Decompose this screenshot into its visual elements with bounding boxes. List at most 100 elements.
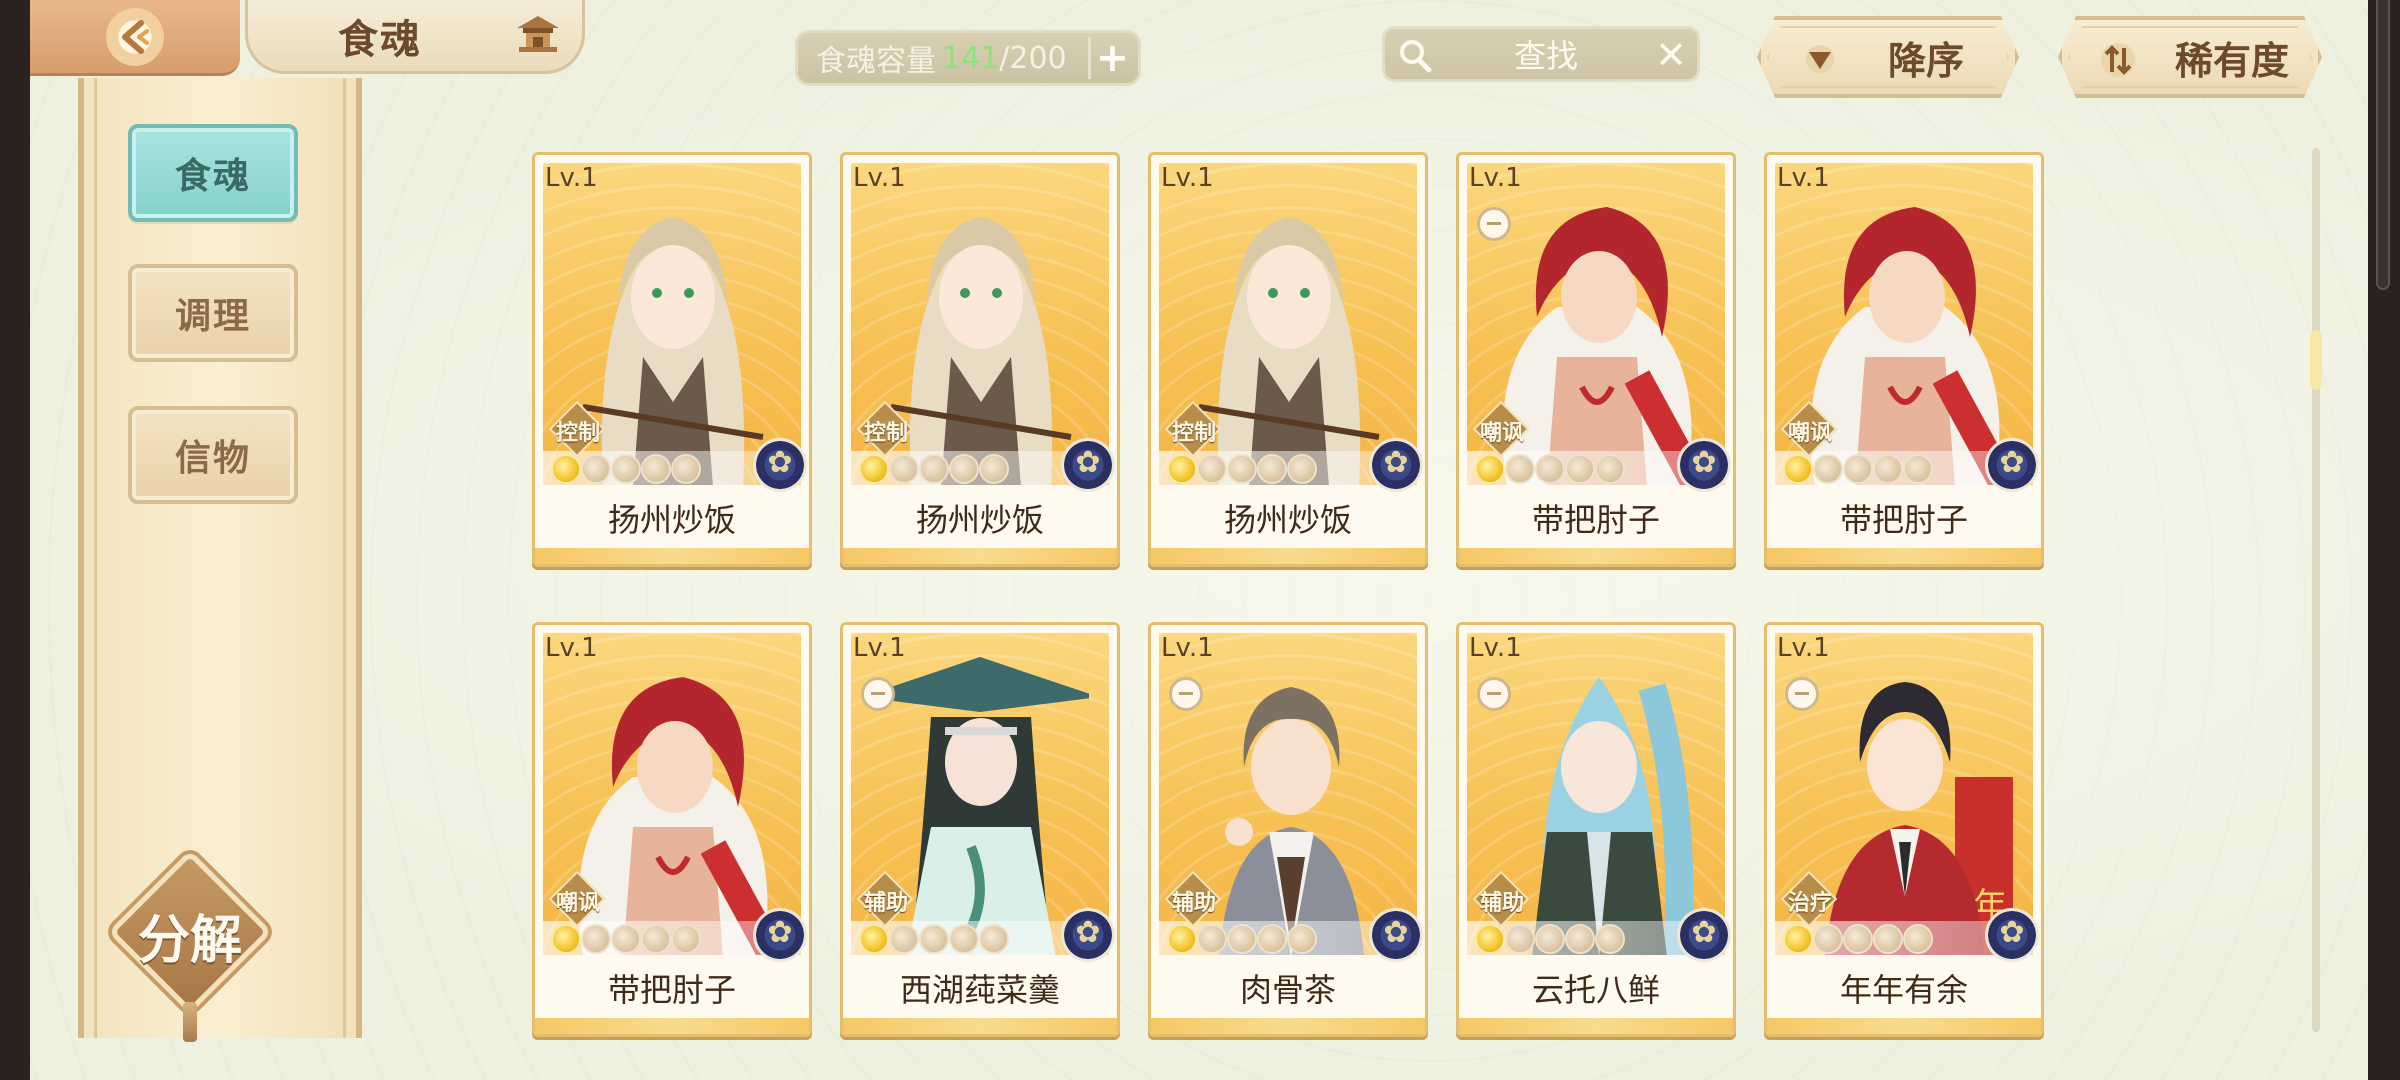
role-label: 控制 (863, 421, 908, 446)
sidebar-item-conditioning[interactable]: 调理 (128, 264, 298, 362)
food-soul-card[interactable]: 控制 Lv.1 扬州炒饭 (532, 152, 812, 567)
scrollbar-thumb[interactable] (2310, 330, 2322, 390)
card-name: 带把肘子 (607, 971, 736, 1009)
food-soul-card[interactable]: 辅助 Lv.1 西湖莼菜羹 (840, 622, 1120, 1037)
sort-rarity-label: 稀有度 (2174, 37, 2289, 83)
character-portrait: 控制 (1159, 163, 1417, 485)
character-portrait: 控制 (851, 163, 1109, 485)
character-portrait: 辅助 (1467, 633, 1725, 955)
star-icon (919, 454, 949, 484)
card-name: 年年有余 (1839, 971, 1968, 1009)
food-soul-card[interactable]: 嘲讽 Lv.1 带把肘子 (532, 622, 812, 1037)
back-button[interactable] (30, 0, 240, 76)
sort-order-label: 降序 (1887, 37, 1964, 83)
star-icon (1287, 924, 1317, 954)
food-soul-card[interactable]: 辅助 Lv.1 云托八鲜 (1456, 622, 1736, 1037)
star-icon (949, 454, 979, 484)
sort-arrows-icon (2098, 42, 2138, 78)
back-arrow-icon (106, 7, 164, 66)
character-portrait: 嘲讽 (543, 633, 801, 955)
star-icon (1843, 924, 1873, 954)
card-level: Lv.1 (545, 633, 598, 663)
star-icon (919, 924, 949, 954)
star-icon (611, 454, 641, 484)
decompose-button[interactable]: 分解 (107, 849, 273, 1042)
star-icon (641, 924, 671, 954)
card-name: 带把肘子 (1531, 501, 1660, 539)
star-icon (1227, 924, 1257, 954)
game-view: 食魂 食魂 调理 信物 分解 食魂容量 141 /200 + 查找 ✕ 降序 稀… (30, 0, 2368, 1080)
star-icon (1873, 454, 1903, 484)
sort-order-button[interactable]: 降序 (1757, 16, 2019, 98)
card-level: Lv.1 (1777, 163, 1830, 193)
role-badge: 嘲讽 (1775, 400, 1838, 461)
capacity-current: 141 (942, 40, 1000, 76)
capacity-total: /200 (999, 40, 1067, 76)
role-badge: 辅助 (1467, 870, 1530, 931)
role-badge: 辅助 (1159, 870, 1222, 931)
scrollbar-track[interactable] (2312, 148, 2320, 1032)
capacity-display: 食魂容量 141 /200 + (795, 30, 1141, 86)
role-label: 嘲讽 (1787, 421, 1832, 446)
character-portrait: 嘲讽 (1775, 163, 2033, 485)
star-icon (1535, 924, 1565, 954)
character-portrait: 辅助 (1159, 633, 1417, 955)
card-name: 带把肘子 (1839, 501, 1968, 539)
tassel-icon (183, 1002, 197, 1042)
role-label: 控制 (1171, 421, 1216, 446)
role-label: 治疗 (1787, 891, 1832, 916)
search-input[interactable]: 查找 ✕ (1382, 26, 1700, 82)
role-badge: 辅助 (851, 870, 914, 931)
title-tab: 食魂 (245, 0, 585, 74)
card-level: Lv.1 (1469, 163, 1522, 193)
role-badge: 嘲讽 (543, 870, 606, 931)
sidebar-item-label: 食魂 (174, 155, 251, 197)
role-label: 嘲讽 (1479, 421, 1524, 446)
rank-emblem-icon (1369, 908, 1423, 962)
card-name: 扬州炒饭 (1223, 501, 1352, 539)
food-soul-card[interactable]: 嘲讽 Lv.1 带把肘子 (1456, 152, 1736, 567)
card-level: Lv.1 (545, 163, 598, 193)
role-badge: 治疗 (1775, 870, 1838, 931)
star-icon (1903, 454, 1933, 484)
card-level: Lv.1 (853, 633, 906, 663)
role-badge: 控制 (1159, 400, 1222, 461)
sidebar-item-label: 信物 (174, 437, 251, 479)
star-icon (1843, 454, 1873, 484)
card-name: 扬州炒饭 (607, 501, 736, 539)
sort-rarity-button[interactable]: 稀有度 (2058, 16, 2322, 98)
food-soul-card[interactable]: 辅助 Lv.1 肉骨茶 (1148, 622, 1428, 1037)
sidebar-item-tokens[interactable]: 信物 (128, 406, 298, 504)
food-soul-card[interactable]: 嘲讽 Lv.1 带把肘子 (1764, 152, 2044, 567)
close-icon[interactable]: ✕ (1655, 33, 1687, 77)
rank-emblem-icon (1985, 438, 2039, 492)
star-icon (1873, 924, 1903, 954)
card-name: 扬州炒饭 (915, 501, 1044, 539)
pavilion-icon[interactable] (513, 12, 563, 56)
lock-badge-icon (1785, 677, 1819, 711)
rank-emblem-icon (1677, 908, 1731, 962)
character-portrait: 嘲讽 (1467, 163, 1725, 485)
header: 食魂 (30, 0, 585, 78)
expand-capacity-button[interactable]: + (1088, 35, 1134, 81)
decompose-label: 分解 (137, 910, 242, 971)
food-soul-card[interactable]: 控制 Lv.1 扬州炒饭 (1148, 152, 1428, 567)
sidebar-item-food-souls[interactable]: 食魂 (128, 124, 298, 222)
star-icon (1903, 924, 1933, 954)
role-badge: 控制 (543, 400, 606, 461)
role-label: 辅助 (1171, 891, 1216, 916)
food-soul-card[interactable]: 年 治疗 Lv.1 年年有余 (1764, 622, 2044, 1037)
card-name: 云托八鲜 (1531, 971, 1660, 1009)
triangle-down-icon (1803, 44, 1837, 74)
role-label: 辅助 (1479, 891, 1524, 916)
star-icon (611, 924, 641, 954)
search-placeholder: 查找 (1513, 37, 1578, 75)
star-icon (1227, 454, 1257, 484)
role-badge: 控制 (851, 400, 914, 461)
rank-emblem-icon (753, 908, 807, 962)
star-icon (1257, 454, 1287, 484)
rank-emblem-icon (1369, 438, 1423, 492)
card-name: 西湖莼菜羹 (899, 971, 1060, 1009)
food-soul-card[interactable]: 控制 Lv.1 扬州炒饭 (840, 152, 1120, 567)
card-level: Lv.1 (1161, 633, 1214, 663)
